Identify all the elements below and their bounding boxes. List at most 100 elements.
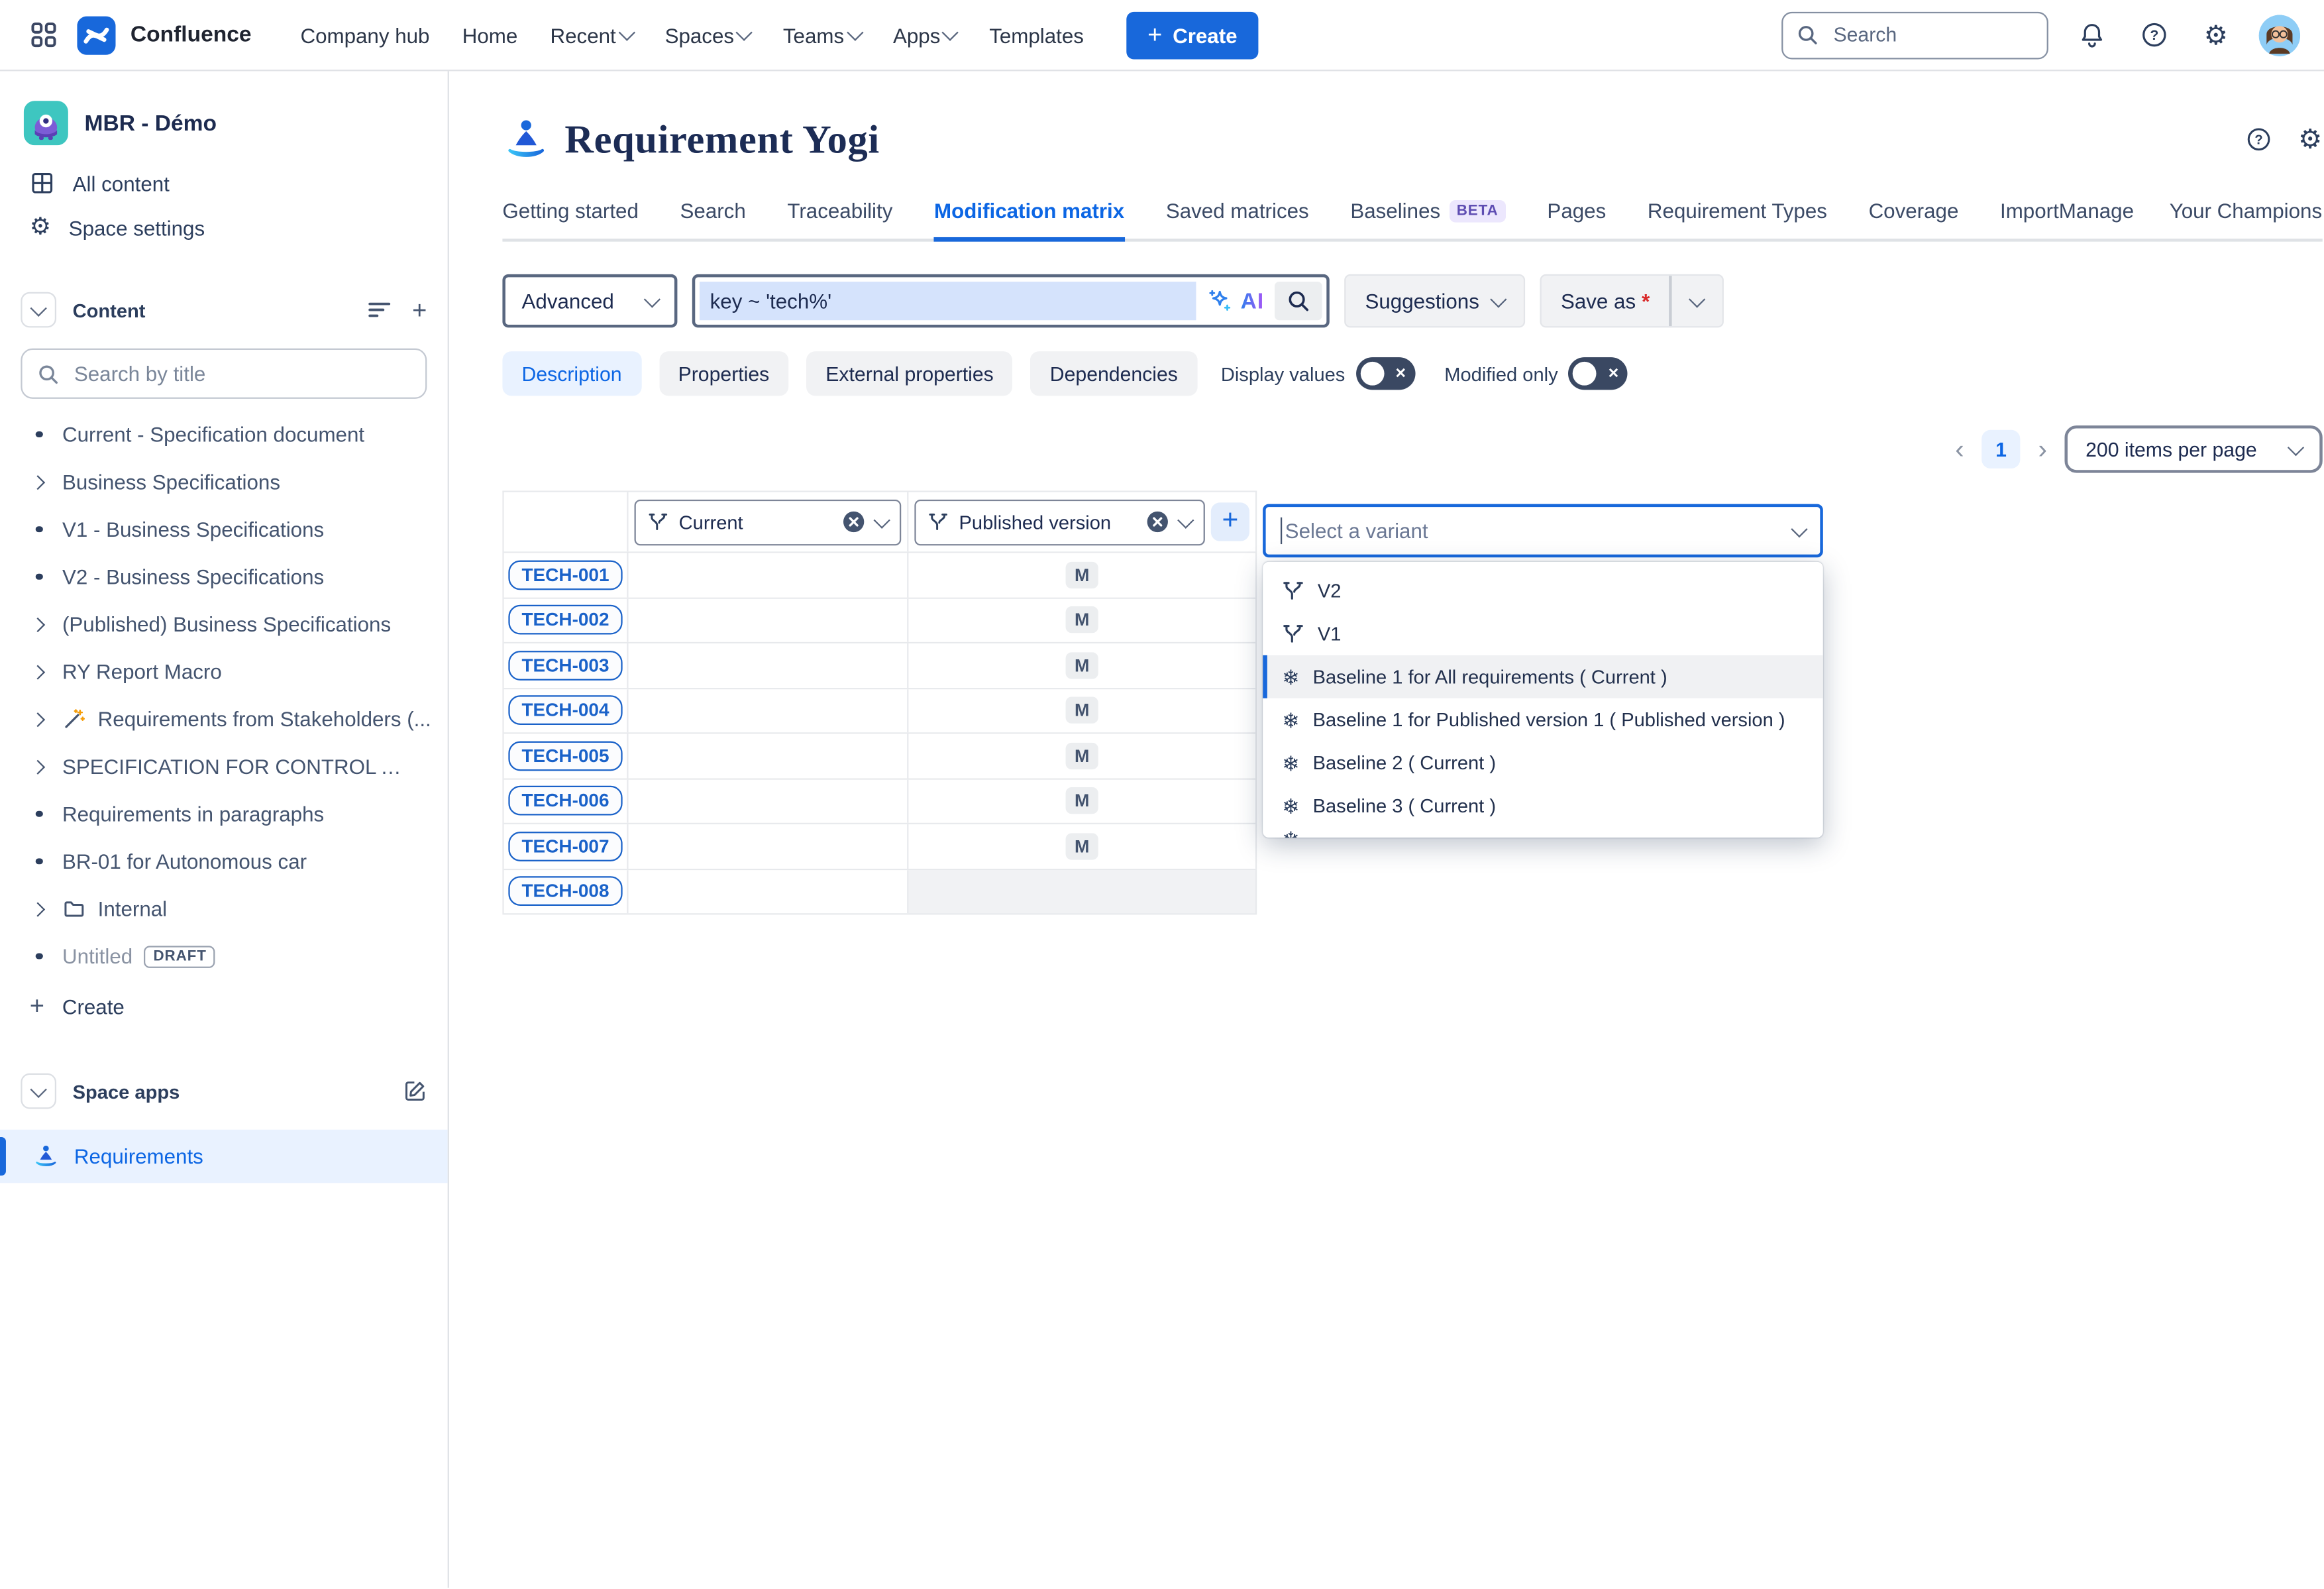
variant-select-input[interactable] [1263, 504, 1823, 558]
variant-option-label: Baseline 2 ( Current ) [1313, 751, 1496, 774]
variant-option[interactable]: V1 [1263, 612, 1823, 655]
suggestions-button[interactable]: Suggestions [1344, 274, 1525, 328]
save-as-menu-button[interactable] [1671, 276, 1722, 326]
tree-item[interactable]: Untitled DRAFT [0, 932, 448, 980]
remove-column-icon[interactable] [1145, 510, 1169, 534]
collapse-content-button[interactable] [21, 292, 56, 328]
settings-gear-icon[interactable]: ⚙ [2197, 15, 2235, 54]
toggle-switch[interactable] [1568, 357, 1627, 390]
app-switcher-icon[interactable] [24, 15, 62, 54]
requirement-key-link[interactable]: TECH-002 [508, 605, 622, 635]
tab[interactable]: Your Champions [2170, 199, 2322, 242]
sidebar-create-button[interactable]: + Create [0, 980, 448, 1032]
collapse-space-apps-button[interactable] [21, 1073, 56, 1109]
title-search-field[interactable] [71, 360, 410, 387]
tree-item[interactable]: Requirements in paragraphs [0, 790, 448, 838]
notifications-bell-icon[interactable] [2072, 15, 2111, 54]
global-search-input[interactable] [1781, 11, 2048, 59]
tab[interactable]: Import [2000, 199, 2059, 242]
view-chip[interactable]: Properties [659, 351, 789, 396]
edit-space-apps-icon[interactable] [403, 1079, 427, 1103]
requirement-key-link[interactable]: TECH-006 [508, 786, 622, 816]
view-chip[interactable]: Description [502, 351, 641, 396]
requirement-key-link[interactable]: TECH-007 [508, 832, 622, 861]
requirement-key-link[interactable]: TECH-005 [508, 741, 622, 771]
add-column-button[interactable]: + [1211, 502, 1249, 541]
tree-item[interactable]: Requirements from Stakeholders (... [0, 695, 448, 743]
global-search-field[interactable] [1830, 23, 2034, 48]
matrix-corner-cell [504, 492, 629, 551]
tree-item[interactable]: V1 - Business Specifications [0, 506, 448, 553]
tab[interactable]: Pages [1547, 199, 1606, 242]
prev-page-icon[interactable]: ‹ [1955, 436, 1964, 463]
user-avatar[interactable] [2259, 14, 2301, 56]
topbar-nav-item[interactable]: Templates [976, 14, 1097, 56]
space-header[interactable]: MBR - Démo [0, 92, 448, 160]
search-mode-select[interactable]: Advanced [502, 274, 677, 328]
tab[interactable]: Saved matrices [1166, 199, 1309, 242]
tab[interactable]: Getting started [502, 199, 638, 242]
tree-item[interactable]: Current - Specification document [0, 411, 448, 459]
variant-option[interactable]: ❄ Baseline 2 ( Current ) [1263, 741, 1823, 785]
variant-option[interactable]: ❄ Baseline 3 ( Current ) [1263, 785, 1823, 828]
sidebar-item-all-content[interactable]: All content [0, 160, 448, 206]
sidebar-item-space-settings[interactable]: ⚙ Space settings [0, 206, 448, 250]
tree-item[interactable]: BR-01 for Autonomous car [0, 838, 448, 885]
tree-item[interactable]: (Published) Business Specifications [0, 600, 448, 648]
remove-column-icon[interactable] [842, 510, 866, 534]
tab[interactable]: Traceability [787, 199, 892, 242]
help-icon[interactable]: ? [2245, 126, 2271, 152]
variant-option[interactable]: V2 [1263, 569, 1823, 612]
title-search-input[interactable] [21, 349, 427, 399]
space-apps-header: Space apps [0, 1068, 448, 1115]
help-icon[interactable]: ? [2135, 15, 2173, 54]
requirement-key-link[interactable]: TECH-001 [508, 560, 622, 590]
tree-item[interactable]: V2 - Business Specifications [0, 553, 448, 600]
topbar-nav-item[interactable]: Spaces [651, 14, 763, 56]
view-chip-label: Properties [678, 362, 770, 385]
tab[interactable]: Baselines BETA [1350, 199, 1505, 242]
tree-item[interactable]: Internal [0, 885, 448, 933]
items-per-page-select[interactable]: 200 items per page [2065, 425, 2322, 473]
tab[interactable]: Search [680, 199, 746, 242]
next-page-icon[interactable]: › [2038, 436, 2047, 463]
requirement-key-link[interactable]: TECH-008 [508, 877, 622, 906]
bullet-dot-icon [36, 526, 42, 533]
requirement-key-link[interactable]: TECH-003 [508, 651, 622, 681]
create-button[interactable]: + Create [1127, 11, 1258, 59]
column-selector-published[interactable]: Published version [914, 499, 1204, 545]
view-chip[interactable]: Dependencies [1031, 351, 1197, 396]
settings-gear-icon[interactable]: ⚙ [2298, 126, 2322, 152]
page-number[interactable]: 1 [1982, 430, 2021, 468]
tab[interactable]: Requirement Types [1648, 199, 1827, 242]
content-tree: Current - Specification document Busines… [0, 411, 448, 980]
ai-assist-button[interactable]: AI [1206, 288, 1264, 314]
tree-item[interactable]: SPECIFICATION FOR CONTROL AND... [0, 743, 448, 791]
save-as-button[interactable]: Save as * [1542, 276, 1669, 326]
view-chip[interactable]: External properties [806, 351, 1013, 396]
toggle-switch[interactable] [1355, 357, 1414, 390]
variant-option[interactable]: ❄ Baseline 1 for All requirements ( Curr… [1263, 655, 1823, 698]
tab[interactable]: Manage [2059, 199, 2134, 242]
column-selector-current[interactable]: Current [635, 499, 902, 545]
topbar-nav-item[interactable]: Apps [880, 14, 970, 56]
beta-badge: BETA [1450, 199, 1506, 222]
add-content-icon[interactable]: + [412, 298, 427, 323]
topbar-nav-item[interactable]: Home [449, 14, 531, 56]
topbar-nav-item[interactable]: Teams [770, 14, 874, 56]
variant-option[interactable]: ❄ Baseline 1 for Published version 1 ( P… [1263, 698, 1823, 741]
topbar-nav-item[interactable]: Recent [537, 14, 645, 56]
confluence-logo[interactable] [77, 15, 115, 54]
sidebar-item-requirements[interactable]: Requirements [0, 1130, 448, 1183]
tab[interactable]: Coverage [1869, 199, 1959, 242]
filter-tree-icon[interactable] [368, 300, 392, 320]
requirement-key-link[interactable]: TECH-004 [508, 696, 622, 726]
variant-search-field[interactable] [1281, 518, 1793, 544]
query-input[interactable]: key ~ 'tech%' AI [692, 274, 1330, 328]
tree-item[interactable]: RY Report Macro [0, 648, 448, 696]
tree-item[interactable]: Business Specifications [0, 458, 448, 506]
tab[interactable]: Modification matrix [934, 199, 1124, 242]
toggle-label: Modified only [1444, 362, 1558, 385]
run-search-button[interactable] [1275, 282, 1322, 320]
topbar-nav-item[interactable]: Company hub [287, 14, 443, 56]
